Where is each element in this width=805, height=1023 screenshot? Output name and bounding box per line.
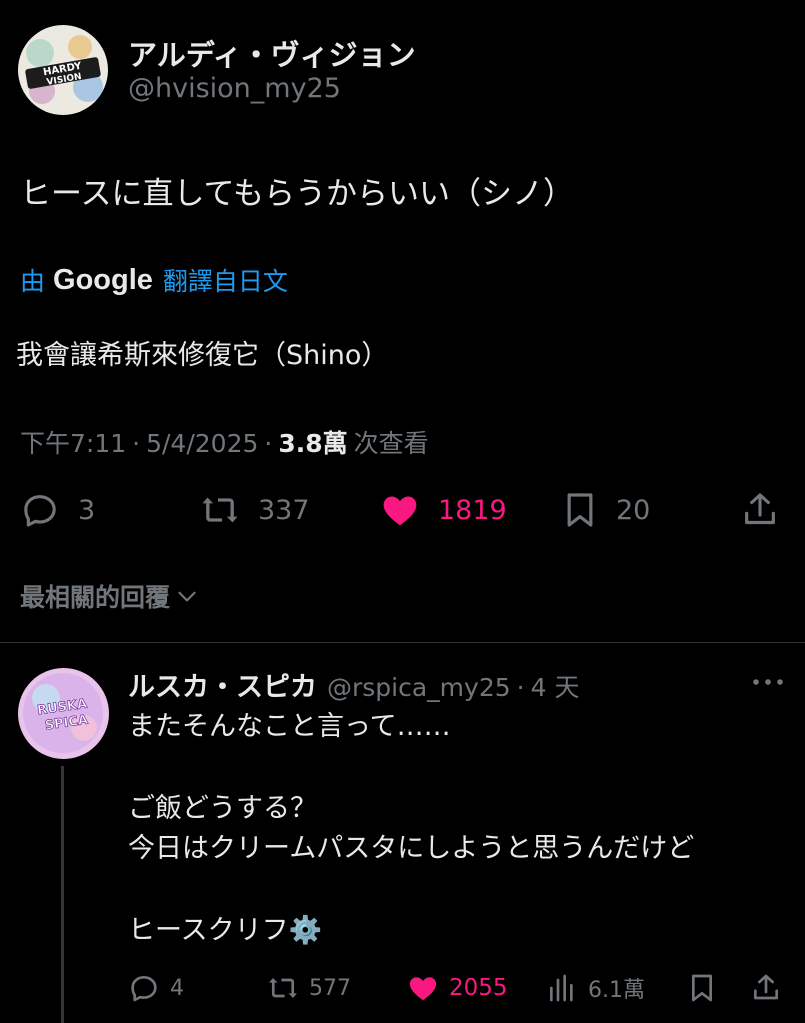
heart-icon — [383, 496, 417, 526]
reply-reply-count: 4 — [170, 975, 184, 1001]
meta-separator: · — [516, 673, 525, 702]
reply-line: 今日はクリームパスタにしようと思うんだけど — [128, 833, 695, 864]
reply-sort-label: 最相關的回覆 — [20, 583, 171, 612]
reply-icon — [131, 976, 157, 1002]
more-options-button[interactable] — [750, 670, 786, 694]
translation-suffix: 翻譯自日文 — [162, 267, 288, 296]
reply-author-handle[interactable]: @rspica_my25 — [327, 673, 511, 702]
reply-icon — [24, 495, 56, 527]
hardy-vision-logo: HARDY VISION — [25, 35, 103, 104]
translation-attribution[interactable]: 由 Google 翻譯自日文 — [20, 262, 288, 298]
reply-like-button[interactable]: 2055 — [405, 972, 508, 1004]
tweet-text: ヒースに直してもらうからいい（シノ） — [20, 176, 574, 212]
tweet-date[interactable]: 5/4/2025 — [146, 429, 258, 458]
heart-icon — [409, 977, 437, 1001]
retweet-button[interactable]: 337 — [198, 490, 310, 530]
reply-view-count: 6.1萬 — [588, 978, 645, 1003]
reply-bookmark-button[interactable] — [686, 972, 718, 1004]
more-icon — [753, 679, 783, 685]
reply-retweet-count: 577 — [309, 975, 351, 1001]
thread-line — [61, 766, 64, 1023]
reply-like-count: 2055 — [449, 975, 508, 1001]
bookmark-button[interactable]: 20 — [560, 490, 650, 530]
translated-text: 我會讓希斯來修復它（Shino） — [16, 340, 389, 371]
bookmark-icon — [567, 493, 593, 527]
meta-separator: · — [132, 429, 141, 458]
analytics-icon — [550, 974, 573, 1002]
bookmark-icon — [692, 974, 712, 1002]
view-count-label: 次查看 — [353, 429, 429, 458]
chevron-down-icon — [178, 591, 196, 602]
view-count[interactable]: 3.8萬 — [278, 424, 347, 460]
tweet-time[interactable]: 下午7:11 — [20, 424, 126, 460]
reply-line: ご飯どうする？ — [128, 793, 317, 824]
reply-sort-dropdown[interactable]: 最相關的回覆 — [20, 578, 200, 614]
reply-views-button[interactable]: 6.1萬 — [546, 972, 645, 1004]
tweet-meta: 下午7:11 · 5/4/2025 · 3.8萬 次查看 — [20, 424, 429, 460]
reply-text: またそんなこと言って…… ご飯どうする？ 今日はクリームパスタにしようと思うんだ… — [128, 707, 694, 951]
reply-author-avatar[interactable]: RUSKA SPICA — [18, 668, 109, 759]
reply-button[interactable]: 3 — [20, 490, 95, 530]
reply-header: ルスカ・スピカ @rspica_my25 · 4 天 — [128, 665, 579, 704]
divider — [0, 642, 805, 643]
ruska-spica-logo: RUSKA SPICA — [23, 673, 103, 753]
author-avatar[interactable]: HARDY VISION — [18, 25, 108, 115]
reply-line: またそんなこと言って…… — [128, 711, 451, 742]
share-icon — [745, 493, 775, 525]
google-logo: Google — [53, 263, 153, 296]
author-display-name[interactable]: アルディ・ヴィジョン — [128, 32, 416, 74]
reply-time[interactable]: 4 天 — [531, 668, 580, 704]
reply-author-display-name[interactable]: ルスカ・スピカ — [128, 665, 317, 704]
meta-separator: · — [264, 429, 273, 458]
reply-reply-button[interactable]: 4 — [128, 972, 184, 1004]
like-count: 1819 — [438, 494, 507, 526]
reply-count: 3 — [78, 494, 96, 526]
share-icon — [754, 974, 778, 1000]
share-button[interactable] — [740, 490, 780, 530]
retweet-icon — [202, 497, 238, 523]
reply-line: ヒースクリフ⚙️ — [128, 915, 323, 946]
retweet-icon — [269, 978, 297, 998]
bookmark-count: 20 — [616, 494, 651, 526]
reply-retweet-button[interactable]: 577 — [265, 972, 351, 1004]
author-handle[interactable]: @hvision_my25 — [128, 73, 341, 104]
translation-prefix: 由 — [20, 267, 46, 296]
reply-share-button[interactable] — [750, 972, 782, 1004]
like-button[interactable]: 1819 — [378, 490, 507, 530]
retweet-count: 337 — [258, 494, 310, 526]
